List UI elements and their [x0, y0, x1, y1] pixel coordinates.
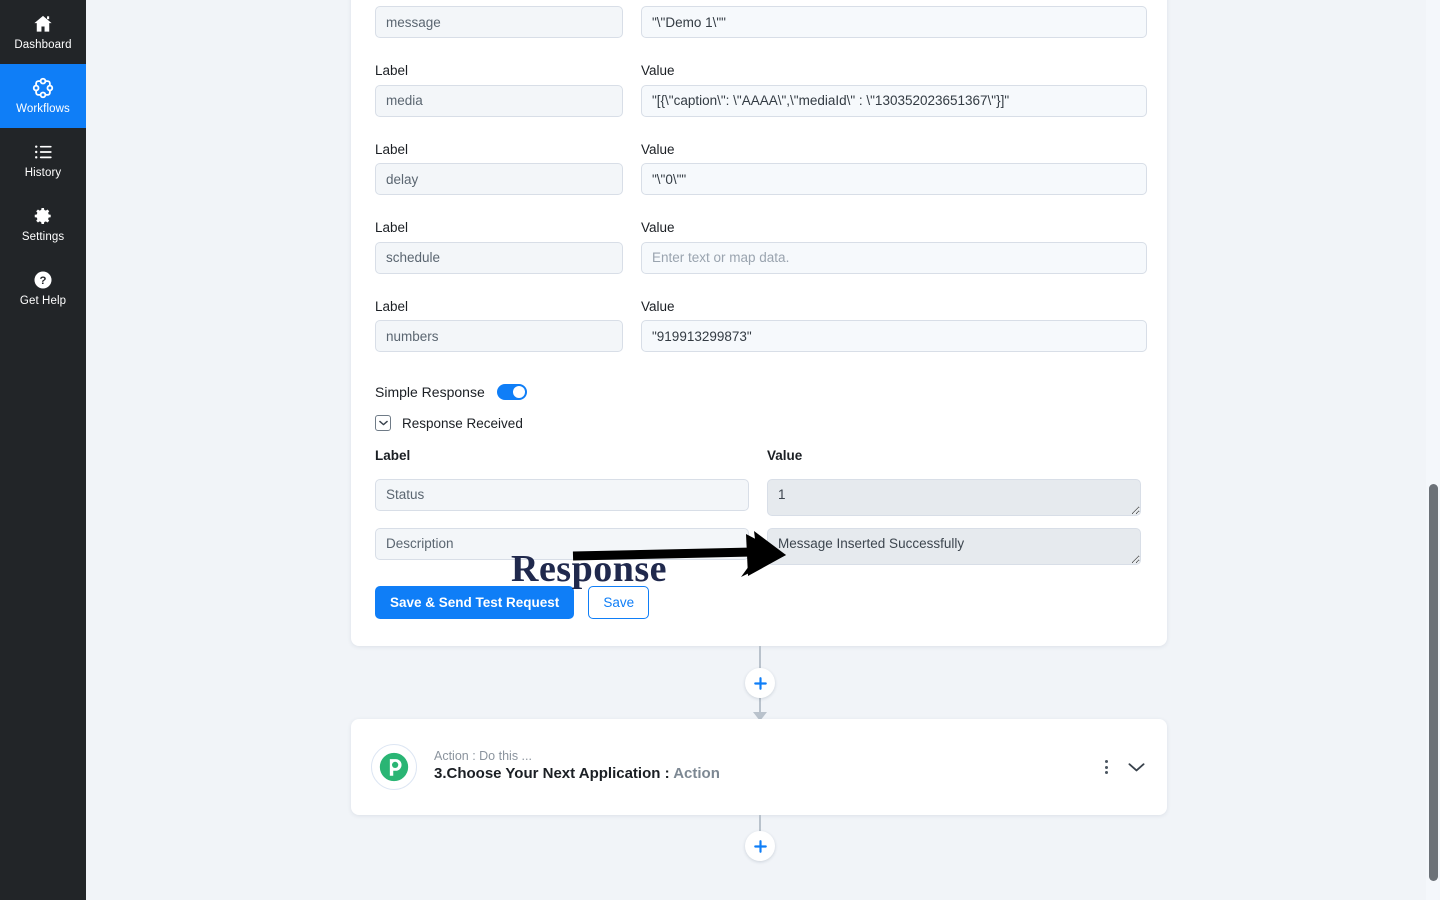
sidebar-item-workflows[interactable]: Workflows: [0, 64, 86, 128]
sidebar-item-label: Get Help: [19, 294, 67, 307]
value-header: Value: [641, 220, 675, 235]
response-value-header: Value: [767, 448, 803, 463]
field-value-input[interactable]: [641, 320, 1147, 352]
vertical-scrollbar-thumb[interactable]: [1429, 484, 1438, 881]
chevron-down-icon[interactable]: [1128, 762, 1145, 773]
action-step-texts: Action : Do this ... 3.Choose Your Next …: [434, 750, 1098, 784]
simple-response-row: Simple Response: [375, 384, 1147, 400]
value-header: Value: [641, 141, 675, 157]
field-row: Label Value: [375, 298, 1147, 352]
gear-icon: [32, 205, 54, 227]
response-label-header: Label: [375, 448, 411, 463]
label-header: Label: [375, 298, 409, 314]
pabbly-p-logo-icon: [371, 744, 417, 790]
mapping-form: Label Value Label Value: [375, 6, 1147, 619]
sidebar-item-history[interactable]: History: [0, 128, 86, 192]
label-header: Label: [375, 63, 409, 78]
sidebar-item-settings[interactable]: Settings: [0, 192, 86, 256]
sidebar-item-label: History: [24, 166, 62, 179]
workflows-icon: [32, 77, 54, 99]
simple-response-label: Simple Response: [375, 384, 485, 400]
question-circle-icon: ?: [32, 269, 54, 291]
field-label-input[interactable]: [375, 241, 623, 274]
field-value-input[interactable]: [641, 163, 1147, 195]
toggle-knob: [512, 386, 525, 398]
field-value-input[interactable]: [641, 241, 1147, 274]
workflow-canvas: Label Value Label Value: [86, 0, 1440, 900]
add-step-button[interactable]: [745, 831, 775, 861]
response-value-status[interactable]: [767, 478, 1141, 516]
field-row: Label Value: [375, 221, 1147, 274]
field-value-input[interactable]: [641, 6, 1147, 38]
more-vertical-icon[interactable]: [1098, 758, 1114, 776]
sidebar-item-label: Dashboard: [14, 38, 72, 51]
history-list-icon: [32, 141, 54, 163]
response-header-row: Label Value: [375, 449, 1147, 470]
sidebar-item-dashboard[interactable]: Dashboard: [0, 0, 86, 64]
response-label-status: [375, 478, 749, 511]
sidebar-item-get-help[interactable]: ? Get Help: [0, 256, 86, 320]
value-header: Value: [641, 298, 675, 314]
field-row: [375, 6, 1147, 38]
field-label-input[interactable]: [375, 320, 623, 352]
field-value-input[interactable]: [641, 84, 1147, 117]
label-header: Label: [375, 220, 409, 235]
field-label-input[interactable]: [375, 6, 623, 38]
action-step-card[interactable]: Action : Do this ... 3.Choose Your Next …: [351, 719, 1167, 815]
simple-response-toggle[interactable]: [496, 384, 527, 400]
response-value-description[interactable]: [767, 527, 1141, 565]
value-header: Value: [641, 63, 675, 78]
action-step-title: 3.Choose Your Next Application : Action: [434, 765, 1098, 784]
action-setup-card: Label Value Label Value: [351, 0, 1167, 646]
action-step-title-main: 3.Choose Your Next Application :: [434, 765, 670, 783]
field-row: Label Value: [375, 64, 1147, 117]
form-actions: Save & Send Test Request Save: [375, 585, 1147, 619]
action-step-title-suffix: Action: [673, 765, 720, 783]
chevron-down-icon[interactable]: [375, 415, 391, 431]
add-step-button[interactable]: [745, 668, 775, 698]
action-step-controls: [1098, 758, 1145, 776]
field-label-input[interactable]: [375, 84, 623, 117]
annotation-label: Response: [511, 548, 668, 590]
field-label-input[interactable]: [375, 163, 623, 195]
sidebar-item-label: Workflows: [16, 102, 70, 115]
response-row: [375, 478, 1147, 516]
sidebar-item-label: Settings: [21, 230, 65, 243]
svg-text:?: ?: [40, 275, 47, 287]
label-header: Label: [375, 141, 409, 157]
response-received-header[interactable]: Response Received: [375, 415, 1147, 431]
response-received-title: Response Received: [402, 415, 523, 431]
home-icon: [32, 13, 54, 35]
response-row: [375, 527, 1147, 565]
action-step-subtitle: Action : Do this ...: [434, 748, 532, 763]
sidebar: Dashboard Workflows History Settings ? G…: [0, 0, 86, 900]
field-row: Label Value: [375, 141, 1147, 195]
